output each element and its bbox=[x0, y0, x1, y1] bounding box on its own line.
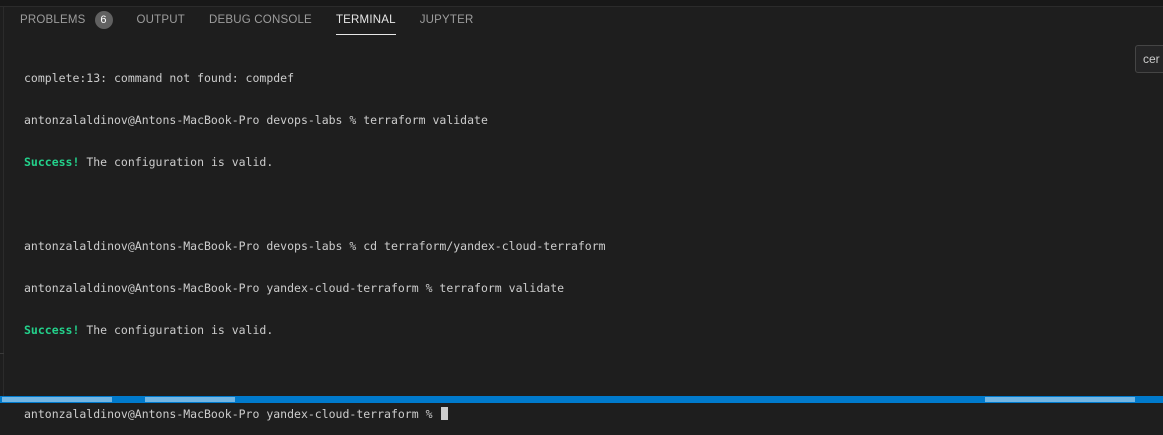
terminal-line: Success! The configuration is valid. bbox=[24, 155, 274, 169]
terminal-cursor bbox=[441, 407, 449, 420]
terminal-output[interactable]: complete:13: command not found: compdef … bbox=[24, 43, 1134, 435]
terminal-line: complete:13: command not found: compdef bbox=[24, 71, 295, 85]
tab-output[interactable]: OUTPUT bbox=[137, 10, 185, 30]
tab-label: TERMINAL bbox=[335, 14, 396, 26]
tab-label: DEBUG CONSOLE bbox=[209, 14, 312, 26]
tooltip-text: cer bbox=[1143, 52, 1160, 66]
tab-label: JUPYTER bbox=[419, 14, 474, 26]
problems-count-badge: 6 bbox=[94, 11, 113, 29]
success-label: Success! bbox=[24, 155, 80, 169]
tab-jupyter[interactable]: JUPYTER bbox=[420, 10, 474, 30]
terminal-line: antonzalaldinov@Antons-MacBook-Pro devop… bbox=[24, 113, 488, 127]
panel-tabs: PROBLEMS 6 OUTPUT DEBUG CONSOLE TERMINAL… bbox=[20, 10, 497, 35]
hover-tooltip: cer bbox=[1135, 45, 1163, 73]
success-label: Success! bbox=[24, 323, 80, 337]
status-bar bbox=[0, 396, 1163, 403]
tab-problems[interactable]: PROBLEMS 6 bbox=[20, 10, 113, 30]
tab-terminal[interactable]: TERMINAL bbox=[335, 10, 396, 35]
tab-label: OUTPUT bbox=[136, 14, 185, 26]
editor-top-border bbox=[0, 0, 1163, 7]
tab-label: PROBLEMS bbox=[20, 14, 86, 26]
terminal-line: antonzalaldinov@Antons-MacBook-Pro yande… bbox=[24, 281, 565, 295]
terminal-prompt-line: antonzalaldinov@Antons-MacBook-Pro yande… bbox=[24, 407, 1134, 421]
terminal-line: antonzalaldinov@Antons-MacBook-Pro devop… bbox=[24, 239, 606, 253]
tab-debug-console[interactable]: DEBUG CONSOLE bbox=[209, 10, 312, 30]
terminal-line: Success! The configuration is valid. bbox=[24, 323, 274, 337]
